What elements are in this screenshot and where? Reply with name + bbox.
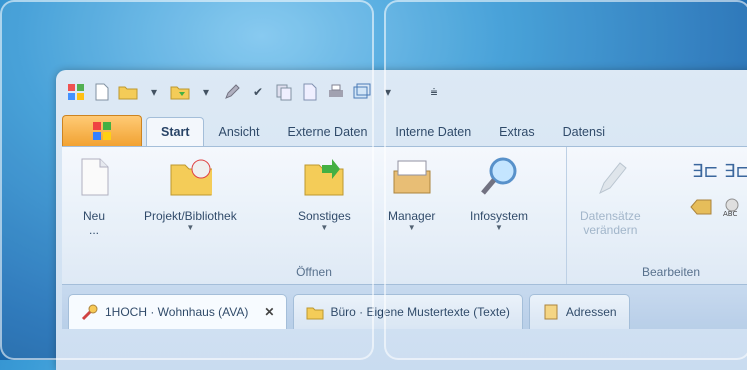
neu-button[interactable]: Neu ... <box>72 155 116 237</box>
datensaetze-line1: Datensätze <box>580 209 641 223</box>
open-folder-icon[interactable] <box>118 82 138 102</box>
tab-interne-daten[interactable]: Interne Daten <box>381 118 485 146</box>
app-menu-button[interactable] <box>62 115 142 146</box>
group-oeffnen: Neu ... Projekt/Bibliothek ▼ Sonstiges ▼… <box>62 147 567 285</box>
customize-icon[interactable]: ⩧ <box>424 82 444 102</box>
neu-label: Neu <box>82 209 105 223</box>
datensaetze-veraendern-button[interactable]: Datensätze verändern <box>580 155 641 237</box>
project-folder-icon <box>170 159 213 196</box>
tab-externe-daten[interactable]: Externe Daten <box>273 118 381 146</box>
pencil-icon <box>599 162 628 195</box>
application-window: ▾ ▾ ✔ ▾ ⩧ Start Ansicht Externe Daten In… <box>56 70 747 370</box>
print-icon[interactable] <box>326 82 346 102</box>
quick-access-toolbar: ▾ ▾ ✔ ▾ ⩧ <box>66 78 444 106</box>
document-icon[interactable] <box>300 82 320 102</box>
copy-icon[interactable] <box>274 82 294 102</box>
group-label-bearbeiten: Bearbeiten <box>641 265 701 279</box>
doc-tab-label: 1HOCH · Wohnhaus (AVA) <box>105 305 249 319</box>
folder-icon <box>306 307 324 320</box>
ribbon-tabs: Start Ansicht Externe Daten Interne Date… <box>62 115 747 146</box>
neu-more: ... <box>88 223 99 237</box>
sonstiges-button[interactable]: Sonstiges ▼ <box>298 155 351 233</box>
chevron-down-icon: ▼ <box>320 223 329 232</box>
windows-logo-icon <box>93 122 111 140</box>
card-index-icon <box>393 160 431 194</box>
doc-tab-label: Büro · Eigene Mustertexte (Texte) <box>330 305 510 319</box>
svg-text:ABC: ABC <box>723 210 737 217</box>
rename-icon[interactable]: ABC <box>720 197 744 218</box>
chevron-down-icon[interactable]: ▾ <box>196 82 216 102</box>
chevron-down-icon[interactable]: ▾ <box>378 82 398 102</box>
manager-label: Manager <box>388 209 436 223</box>
group-bearbeiten: Datensätze verändern ∃⊏ ∃⊏ ABC Bearbeite… <box>566 147 747 285</box>
tools-icon <box>81 304 98 321</box>
tab-extras[interactable]: Extras <box>485 118 548 146</box>
chevron-down-icon[interactable]: ▾ <box>144 82 164 102</box>
doc-tab-adressen[interactable]: Adressen <box>528 294 630 329</box>
tag-icon[interactable] <box>690 199 712 215</box>
infosystem-button[interactable]: Infosystem ▼ <box>470 155 528 233</box>
new-doc-icon[interactable] <box>92 82 112 102</box>
new-document-icon <box>81 158 109 196</box>
edit-icon[interactable] <box>222 82 242 102</box>
doc-tab-wohnhaus[interactable]: 1HOCH · Wohnhaus (AVA) ✕ <box>68 294 288 329</box>
check-icon[interactable]: ✔ <box>248 82 268 102</box>
projekt-label: Projekt/Bibliothek <box>144 209 237 223</box>
magnifier-icon <box>481 157 517 195</box>
manager-button[interactable]: Manager ▼ <box>388 155 435 233</box>
chevron-down-icon: ▼ <box>407 223 416 232</box>
tab-start[interactable]: Start <box>146 117 205 146</box>
outdent-icon[interactable]: ∃⊏ <box>724 161 747 182</box>
indent-icon[interactable]: ∃⊏ <box>692 161 718 182</box>
group-label-oeffnen: Öffnen <box>296 265 332 279</box>
projekt-bibliothek-button[interactable]: Projekt/Bibliothek ▼ <box>144 155 237 233</box>
address-book-icon <box>544 304 558 320</box>
chevron-down-icon: ▼ <box>495 223 503 232</box>
sonstiges-label: Sonstiges <box>298 209 351 223</box>
doc-tab-label: Adressen <box>565 305 617 319</box>
tab-datensicherung[interactable]: Datensi <box>549 118 619 146</box>
save-icon[interactable] <box>170 82 190 102</box>
folder-arrow-icon <box>304 159 344 196</box>
doc-tab-buero[interactable]: Büro · Eigene Mustertexte (Texte) <box>293 294 523 329</box>
chevron-down-icon: ▼ <box>186 223 195 232</box>
datensaetze-line2: verändern <box>583 223 638 237</box>
tab-ansicht[interactable]: Ansicht <box>204 118 273 146</box>
window-icon[interactable] <box>352 82 372 102</box>
close-icon[interactable]: ✕ <box>264 305 274 319</box>
ribbon-panel: Neu ... Projekt/Bibliothek ▼ Sonstiges ▼… <box>62 146 747 285</box>
infosystem-label: Infosystem <box>470 209 529 223</box>
document-tabs: 1HOCH · Wohnhaus (AVA) ✕ Büro · Eigene M… <box>62 284 747 329</box>
app-icon[interactable] <box>66 82 86 102</box>
